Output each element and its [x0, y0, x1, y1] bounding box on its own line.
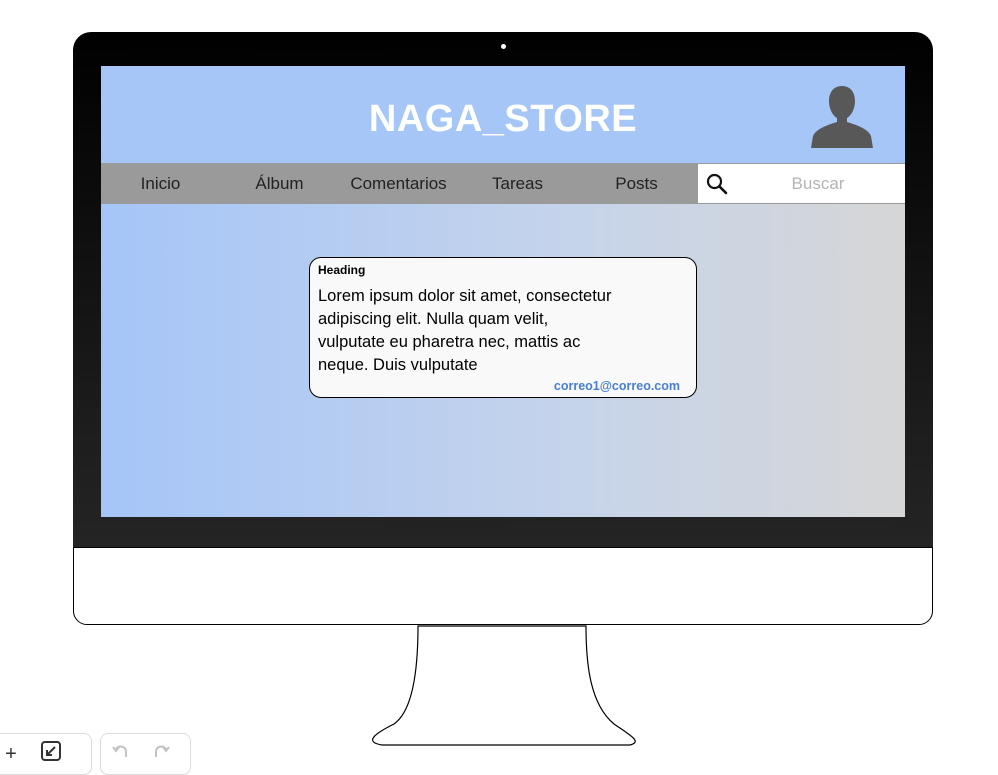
site-title: NAGA_STORE — [368, 98, 638, 140]
user-avatar-icon[interactable] — [807, 82, 877, 152]
undo-icon[interactable] — [101, 741, 141, 767]
app-screen: NAGA_STORE Inicio Álbum Comentarios Tare… — [101, 66, 905, 517]
post-email-link[interactable]: correo1@correo.com — [554, 379, 680, 393]
redo-icon[interactable] — [141, 741, 181, 767]
zoom-in-button[interactable]: + — [0, 743, 31, 766]
monitor-chin — [73, 547, 933, 625]
zoom-toolbar: + — [0, 733, 92, 775]
fit-screen-icon[interactable] — [31, 740, 71, 768]
search-input[interactable] — [738, 164, 898, 203]
nav-item-tareas[interactable]: Tareas — [458, 163, 577, 204]
camera-dot — [501, 44, 506, 49]
nav-item-posts[interactable]: Posts — [577, 163, 696, 204]
main-nav: Inicio Álbum Comentarios Tareas Posts — [101, 163, 697, 204]
post-body: Lorem ipsum dolor sit amet, consectetur … — [318, 287, 612, 374]
nav-item-comentarios[interactable]: Comentarios — [339, 163, 458, 204]
history-toolbar — [100, 733, 191, 775]
search-box — [697, 163, 905, 204]
search-icon[interactable] — [706, 173, 728, 195]
monitor-stand — [372, 625, 636, 746]
nav-item-inicio[interactable]: Inicio — [101, 163, 220, 204]
site-header: NAGA_STORE — [101, 66, 905, 163]
nav-item-album[interactable]: Álbum — [220, 163, 339, 204]
post-heading: Heading — [318, 263, 366, 277]
post-card: Heading Lorem ipsum dolor sit amet, cons… — [309, 257, 697, 398]
